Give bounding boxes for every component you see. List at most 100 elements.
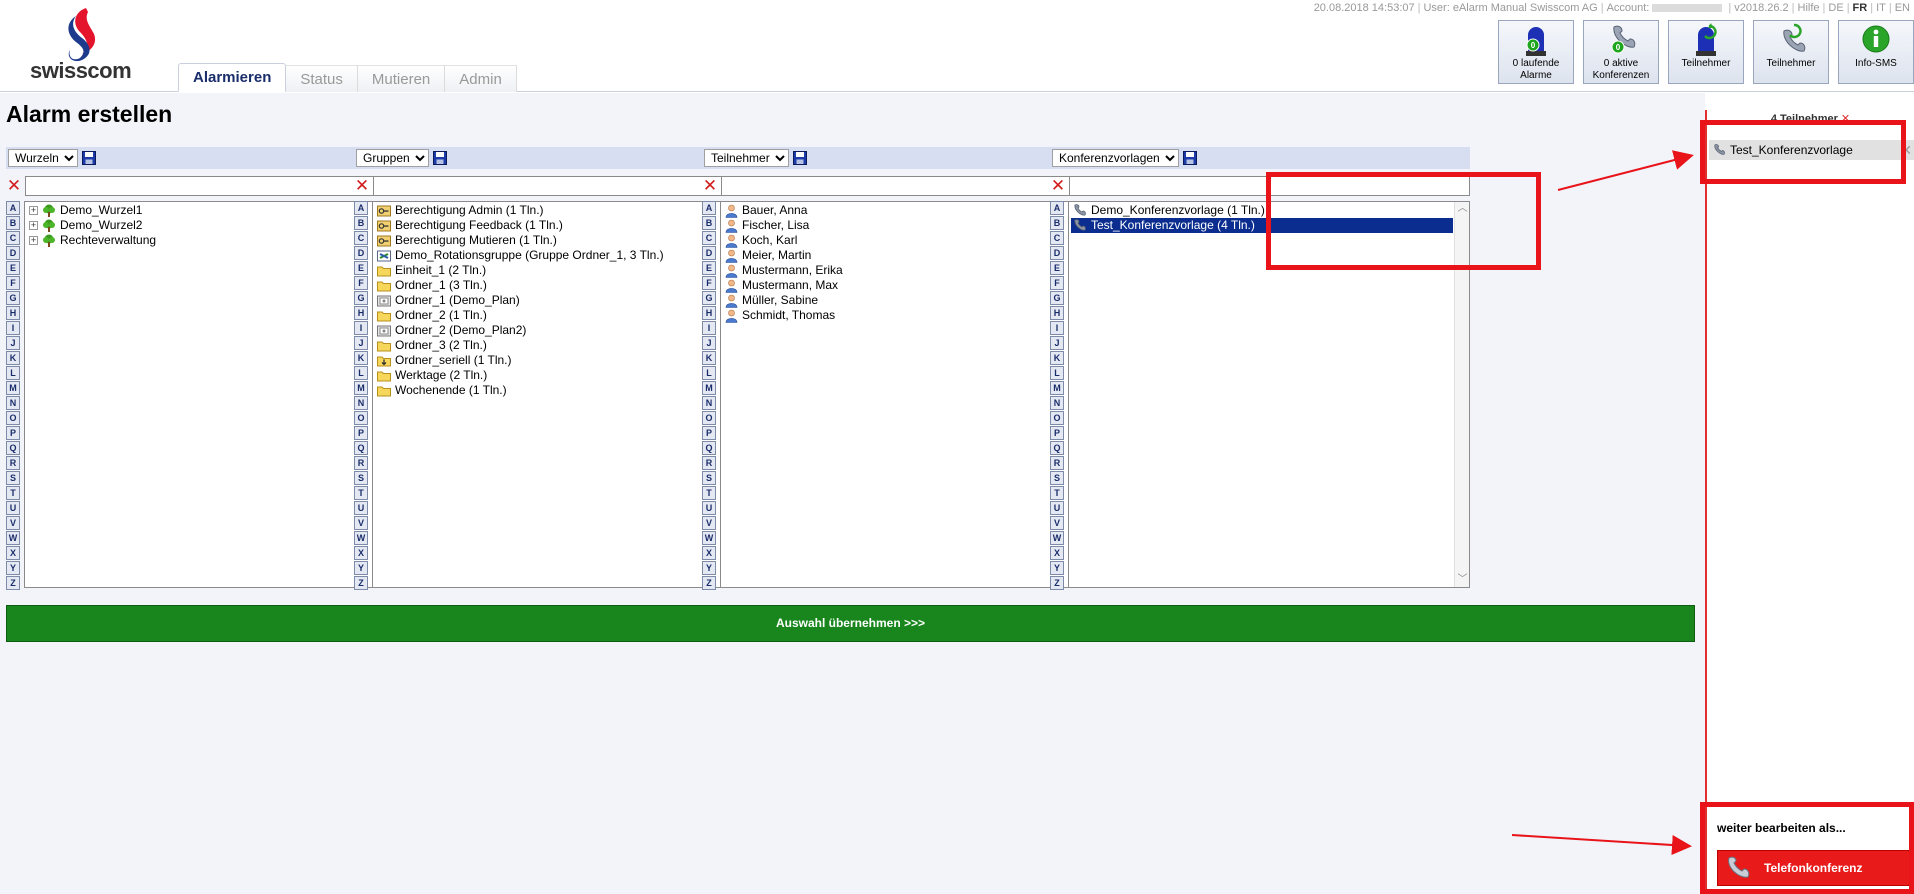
- letter-r[interactable]: R: [702, 456, 716, 470]
- letter-q[interactable]: Q: [354, 441, 368, 455]
- letter-q[interactable]: Q: [1050, 441, 1064, 455]
- expand-icon[interactable]: +: [29, 236, 38, 245]
- letter-k[interactable]: K: [6, 351, 20, 365]
- letter-f[interactable]: F: [354, 276, 368, 290]
- letter-p[interactable]: P: [702, 426, 716, 440]
- tab-alarmieren[interactable]: Alarmieren: [178, 63, 287, 92]
- letter-e[interactable]: E: [702, 261, 716, 275]
- list-item[interactable]: Ordner_2 (1 Tln.): [375, 308, 757, 323]
- letter-k[interactable]: K: [702, 351, 716, 365]
- letter-b[interactable]: B: [702, 216, 716, 230]
- letter-l[interactable]: L: [6, 366, 20, 380]
- list-item[interactable]: Ordner_2 (Demo_Plan2): [375, 323, 757, 338]
- scrollbar[interactable]: ︿﹀: [1454, 202, 1469, 587]
- letter-d[interactable]: D: [1050, 246, 1064, 260]
- letter-b[interactable]: B: [1050, 216, 1064, 230]
- list-item[interactable]: Mustermann, Max: [723, 278, 1105, 293]
- list-item[interactable]: Meier, Martin: [723, 248, 1105, 263]
- save-icon[interactable]: [82, 151, 96, 165]
- clear-filter-icon[interactable]: ✕: [354, 177, 370, 194]
- list-item[interactable]: Berechtigung Feedback (1 Tln.): [375, 218, 757, 233]
- letter-n[interactable]: N: [1050, 396, 1064, 410]
- tab-status[interactable]: Status: [286, 65, 358, 92]
- active-conferences-button[interactable]: 0 0 aktive Konferenzen: [1583, 20, 1659, 84]
- conference-templates-filter-input[interactable]: [1069, 176, 1470, 196]
- letter-c[interactable]: C: [354, 231, 368, 245]
- letter-t[interactable]: T: [702, 486, 716, 500]
- letter-j[interactable]: J: [702, 336, 716, 350]
- expand-icon[interactable]: +: [29, 221, 38, 230]
- letter-s[interactable]: S: [1050, 471, 1064, 485]
- letter-t[interactable]: T: [6, 486, 20, 500]
- letter-y[interactable]: Y: [354, 561, 368, 575]
- help-link[interactable]: Hilfe: [1798, 2, 1820, 14]
- letter-p[interactable]: P: [354, 426, 368, 440]
- letter-g[interactable]: G: [354, 291, 368, 305]
- letter-v[interactable]: V: [1050, 516, 1064, 530]
- lang-it[interactable]: IT: [1876, 2, 1886, 14]
- list-item[interactable]: Koch, Karl: [723, 233, 1105, 248]
- letter-j[interactable]: J: [354, 336, 368, 350]
- save-icon[interactable]: [1183, 151, 1197, 165]
- running-alarms-button[interactable]: 0 0 laufende Alarme: [1498, 20, 1574, 84]
- list-item[interactable]: Demo_Rotationsgruppe (Gruppe Ordner_1, 3…: [375, 248, 757, 263]
- letter-a[interactable]: A: [702, 201, 716, 215]
- save-icon[interactable]: [433, 151, 447, 165]
- lang-fr[interactable]: FR: [1853, 2, 1868, 14]
- selected-conference-template[interactable]: Test_Konferenzvorlage ✕: [1709, 140, 1914, 160]
- participants-alarm-button[interactable]: Teilnehmer: [1668, 20, 1744, 84]
- scroll-down-icon[interactable]: ﹀: [1455, 573, 1469, 587]
- remove-item-icon[interactable]: ✕: [1900, 142, 1912, 159]
- clear-filter-icon[interactable]: ✕: [1050, 177, 1066, 194]
- groups-select[interactable]: Gruppen: [356, 149, 429, 167]
- roots-select[interactable]: Wurzeln: [8, 149, 78, 167]
- letter-b[interactable]: B: [354, 216, 368, 230]
- letter-u[interactable]: U: [6, 501, 20, 515]
- letter-o[interactable]: O: [1050, 411, 1064, 425]
- letter-w[interactable]: W: [6, 531, 20, 545]
- letter-z[interactable]: Z: [702, 576, 716, 590]
- letter-y[interactable]: Y: [1050, 561, 1064, 575]
- letter-g[interactable]: G: [1050, 291, 1064, 305]
- letter-h[interactable]: H: [354, 306, 368, 320]
- letter-o[interactable]: O: [702, 411, 716, 425]
- expand-icon[interactable]: +: [29, 206, 38, 215]
- scroll-up-icon[interactable]: ︿: [1455, 202, 1469, 216]
- list-item[interactable]: Schmidt, Thomas: [723, 308, 1105, 323]
- letter-c[interactable]: C: [702, 231, 716, 245]
- letter-o[interactable]: O: [354, 411, 368, 425]
- letter-u[interactable]: U: [702, 501, 716, 515]
- tab-admin[interactable]: Admin: [445, 65, 517, 92]
- letter-u[interactable]: U: [1050, 501, 1064, 515]
- letter-o[interactable]: O: [6, 411, 20, 425]
- letter-w[interactable]: W: [702, 531, 716, 545]
- letter-r[interactable]: R: [6, 456, 20, 470]
- lang-de[interactable]: DE: [1828, 2, 1843, 14]
- letter-d[interactable]: D: [702, 246, 716, 260]
- letter-y[interactable]: Y: [702, 561, 716, 575]
- letter-h[interactable]: H: [1050, 306, 1064, 320]
- clear-filter-icon[interactable]: ✕: [702, 177, 718, 194]
- letter-c[interactable]: C: [6, 231, 20, 245]
- clear-selection-icon[interactable]: ✕: [1841, 113, 1850, 125]
- letter-q[interactable]: Q: [6, 441, 20, 455]
- letter-w[interactable]: W: [1050, 531, 1064, 545]
- letter-f[interactable]: F: [6, 276, 20, 290]
- letter-z[interactable]: Z: [6, 576, 20, 590]
- letter-x[interactable]: X: [6, 546, 20, 560]
- letter-f[interactable]: F: [1050, 276, 1064, 290]
- letter-c[interactable]: C: [1050, 231, 1064, 245]
- letter-i[interactable]: I: [354, 321, 368, 335]
- letter-d[interactable]: D: [6, 246, 20, 260]
- list-item[interactable]: Müller, Sabine: [723, 293, 1105, 308]
- letter-h[interactable]: H: [6, 306, 20, 320]
- letter-j[interactable]: J: [6, 336, 20, 350]
- letter-e[interactable]: E: [1050, 261, 1064, 275]
- letter-u[interactable]: U: [354, 501, 368, 515]
- letter-e[interactable]: E: [6, 261, 20, 275]
- letter-h[interactable]: H: [702, 306, 716, 320]
- list-item[interactable]: Berechtigung Mutieren (1 Tln.): [375, 233, 757, 248]
- letter-r[interactable]: R: [1050, 456, 1064, 470]
- letter-k[interactable]: K: [354, 351, 368, 365]
- lang-en[interactable]: EN: [1895, 2, 1910, 14]
